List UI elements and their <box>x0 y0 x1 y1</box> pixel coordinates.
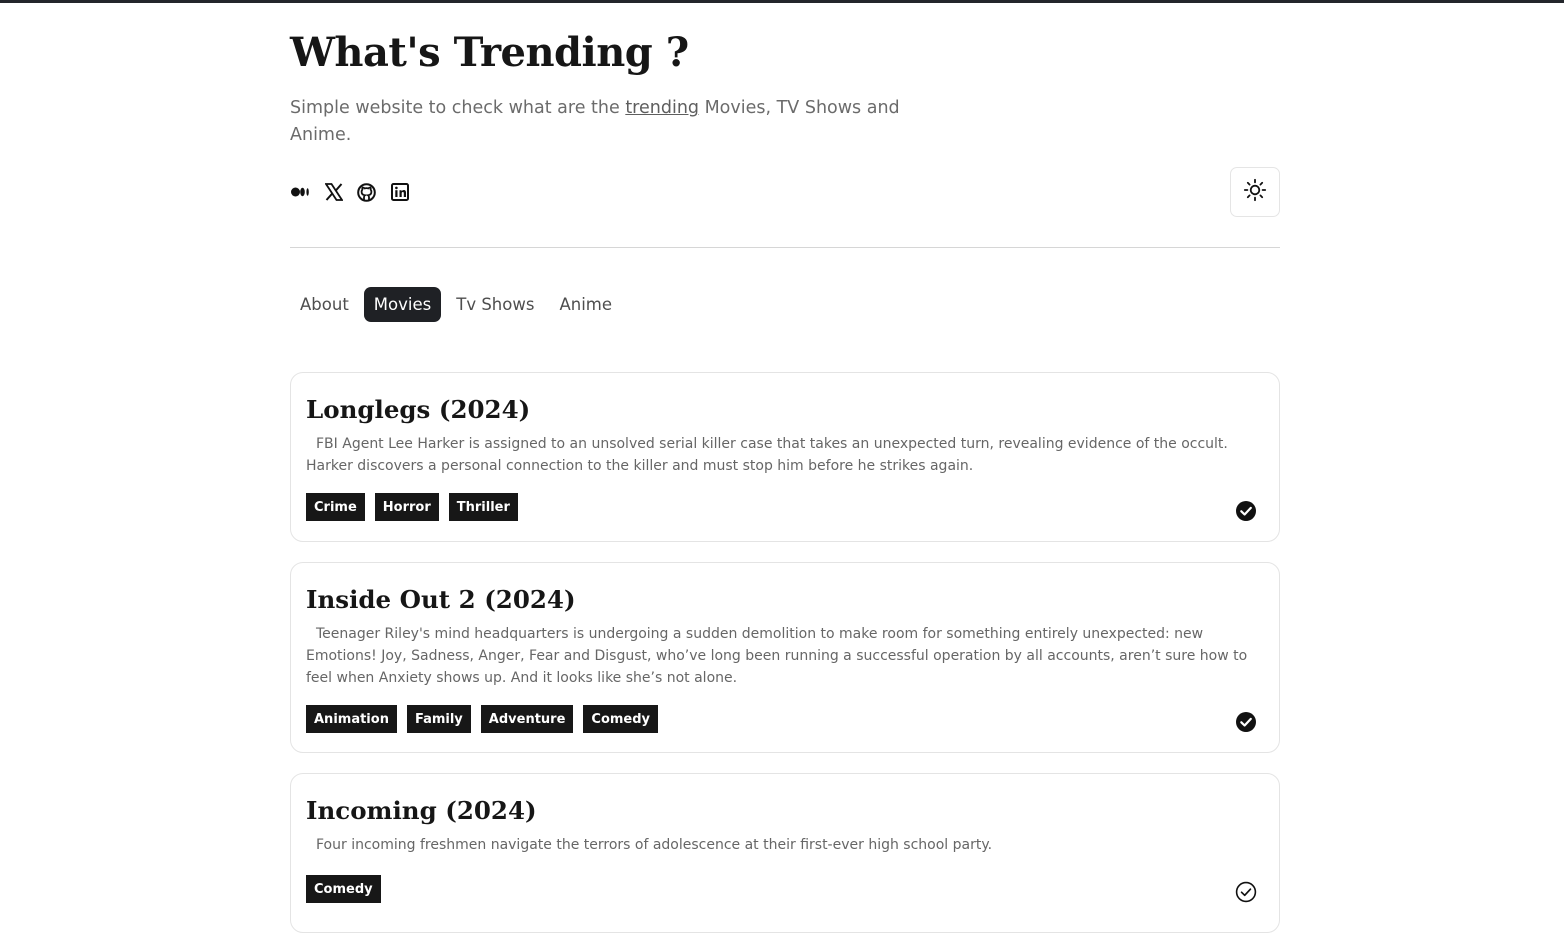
movie-card: Incoming (2024) Four incoming freshmen n… <box>290 773 1280 933</box>
movie-title: Incoming (2024) <box>306 796 537 825</box>
theme-toggle-button[interactable] <box>1230 167 1280 217</box>
medium-icon[interactable] <box>290 180 311 204</box>
genre-tag: Comedy <box>306 875 381 903</box>
trending-link[interactable]: trending <box>625 98 699 118</box>
movie-description: FBI Agent Lee Harker is assigned to an u… <box>306 436 1228 474</box>
genre-tag: Family <box>406 705 471 733</box>
page-subtitle: Simple website to check what are the tre… <box>290 95 930 149</box>
tab-tv-shows[interactable]: Tv Shows <box>446 287 544 322</box>
genre-tag: Thriller <box>448 493 518 521</box>
x-icon[interactable] <box>323 180 344 204</box>
header-divider <box>290 247 1280 248</box>
genre-tags: Crime Horror Thriller <box>306 493 518 521</box>
social-links <box>290 180 410 204</box>
movie-card: Inside Out 2 (2024) Teenager Riley's min… <box>290 562 1280 753</box>
watched-check-icon[interactable] <box>1235 711 1257 733</box>
subtitle-text-start: Simple website to check what are the <box>290 98 626 118</box>
movie-description: Teenager Riley's mind headquarters is un… <box>306 626 1248 686</box>
page-title: What's Trending ? <box>290 29 689 76</box>
sun-icon <box>1243 178 1267 206</box>
movie-title: Inside Out 2 (2024) <box>306 585 576 614</box>
genre-tag: Horror <box>374 493 439 521</box>
movie-title: Longlegs (2024) <box>306 395 531 424</box>
genre-tag: Adventure <box>480 705 574 733</box>
genre-tags: Animation Family Adventure Comedy <box>306 705 659 733</box>
tab-movies[interactable]: Movies <box>363 287 442 322</box>
movie-card: Longlegs (2024) FBI Agent Lee Harker is … <box>290 372 1280 542</box>
genre-tag: Animation <box>306 705 397 733</box>
genre-tag: Comedy <box>583 705 659 733</box>
tab-about[interactable]: About <box>290 287 359 322</box>
genre-tag: Crime <box>306 493 365 521</box>
unwatched-check-icon[interactable] <box>1235 881 1257 903</box>
watched-check-icon[interactable] <box>1235 500 1257 522</box>
genre-tags: Comedy <box>306 875 381 903</box>
github-icon[interactable] <box>356 180 377 204</box>
tab-bar: About Movies Tv Shows Anime <box>290 287 622 322</box>
tab-anime[interactable]: Anime <box>549 287 622 322</box>
linkedin-icon[interactable] <box>389 180 410 204</box>
movie-description: Four incoming freshmen navigate the terr… <box>316 837 993 853</box>
